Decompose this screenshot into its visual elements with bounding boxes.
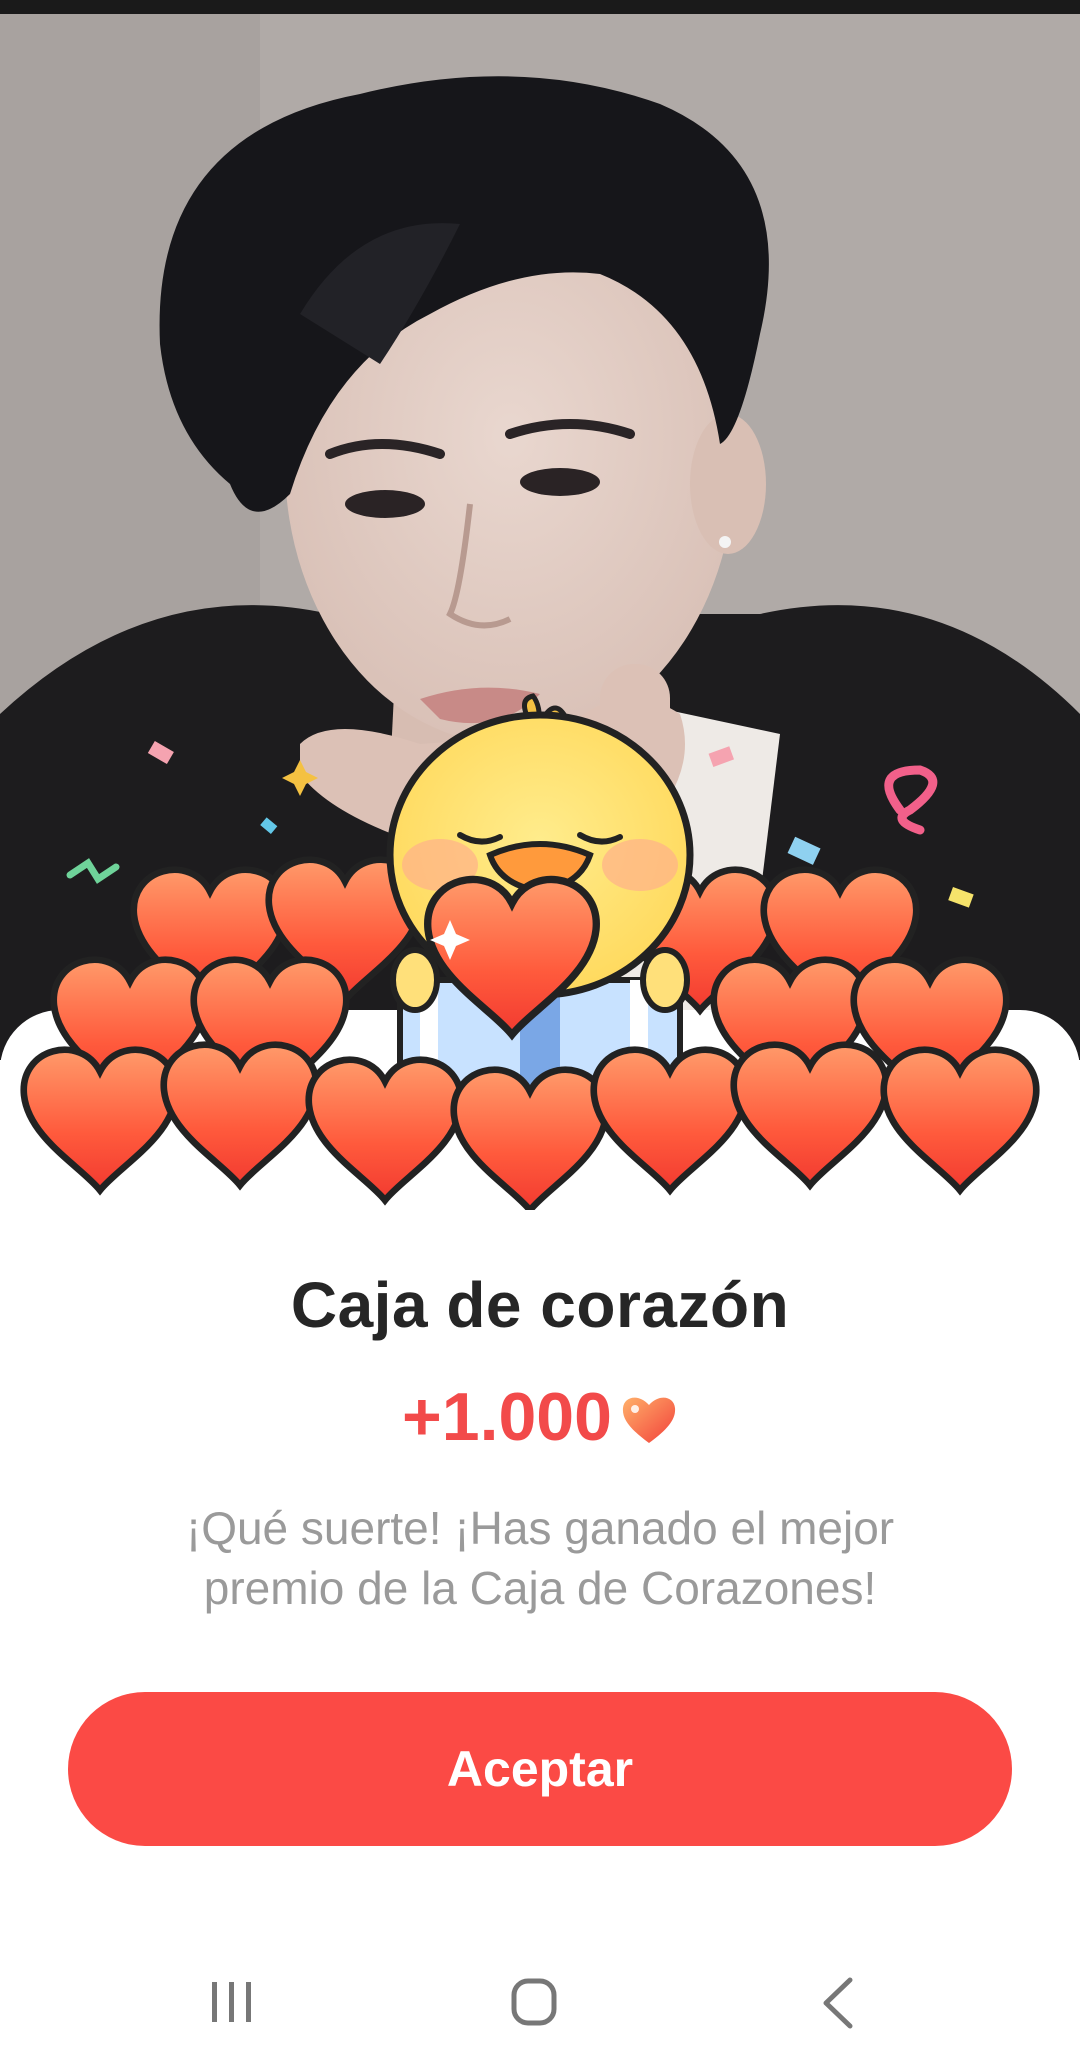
- status-bar: [0, 0, 1080, 14]
- recent-apps-icon[interactable]: [192, 1968, 272, 2038]
- back-icon[interactable]: [800, 1968, 880, 2038]
- reward-row: +1.000: [0, 1378, 1080, 1456]
- home-icon[interactable]: [494, 1968, 574, 2038]
- reward-message: ¡Qué suerte! ¡Has ganado el mejor premio…: [185, 1502, 895, 1614]
- system-navigation-bar: [0, 1940, 1080, 2066]
- heart-box-illustration: [0, 690, 1080, 1210]
- reward-amount: +1.000: [402, 1379, 612, 1455]
- dialog-title: Caja de corazón: [290, 1269, 790, 1341]
- heart-icon: [622, 1397, 676, 1443]
- accept-button[interactable]: Aceptar: [68, 1692, 1012, 1846]
